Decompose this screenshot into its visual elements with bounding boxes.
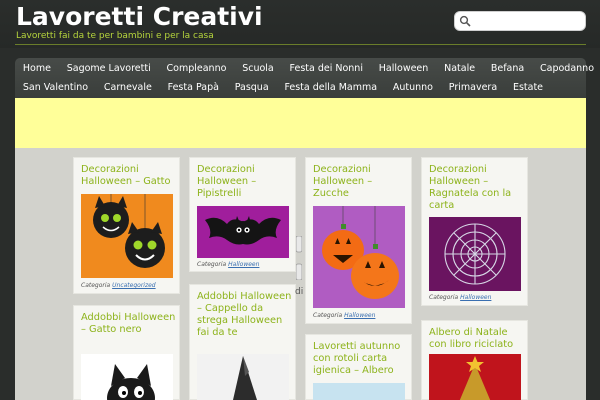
nav-item-home[interactable]: Home: [15, 59, 59, 79]
post-thumbnail[interactable]: [81, 194, 173, 278]
category-link[interactable]: Uncategorized: [112, 282, 155, 289]
post-thumbnail[interactable]: [429, 217, 521, 291]
nav-item-halloween[interactable]: Halloween: [371, 59, 436, 79]
nav-item-pasqua[interactable]: Pasqua: [227, 78, 277, 98]
post-category: Categoria Halloween: [313, 312, 375, 319]
post-card-zucche[interactable]: Decorazioni Halloween – Zucche Categoria…: [305, 157, 412, 324]
search-icon: [459, 15, 471, 27]
post-category: Categoria Halloween: [197, 261, 259, 268]
category-prefix: Categoria: [197, 261, 227, 268]
post-thumbnail[interactable]: [313, 206, 405, 308]
site-tagline: Lavoretti fai da te per bambini e per la…: [16, 31, 214, 41]
post-category: Categoria Uncategorized: [81, 282, 156, 289]
scrollbar-handle[interactable]: [296, 236, 302, 280]
nav-item-capodanno[interactable]: Capodanno: [532, 59, 600, 79]
post-card-gatto-nero[interactable]: Addobbi Halloween – Gatto nero: [73, 305, 180, 400]
main-nav: Home Sagome Lavoretti Compleanno Scuola …: [15, 58, 594, 98]
header-divider: [15, 44, 586, 45]
nav-item-befana[interactable]: Befana: [483, 59, 532, 79]
post-thumbnail[interactable]: [81, 354, 173, 400]
category-prefix: Categoria: [313, 312, 343, 319]
nav-item-estate[interactable]: Estate: [505, 78, 551, 98]
category-link[interactable]: Halloween: [460, 294, 491, 301]
nav-item-primavera[interactable]: Primavera: [441, 78, 505, 98]
post-card-ragnatela[interactable]: Decorazioni Halloween – Ragnatela con la…: [421, 157, 528, 306]
nav-item-carnevale[interactable]: Carnevale: [96, 78, 160, 98]
nav-item-natale[interactable]: Natale: [436, 59, 483, 79]
nav-item-festa-papa[interactable]: Festa Papà: [160, 78, 227, 98]
category-prefix: Categoria: [429, 294, 459, 301]
post-card-cappello-strega[interactable]: Addobbi Halloween – Cappello da strega H…: [189, 284, 296, 400]
search-input[interactable]: [473, 14, 581, 28]
post-category: Categoria Halloween: [429, 294, 491, 301]
nav-row-1: Home Sagome Lavoretti Compleanno Scuola …: [15, 59, 600, 79]
nav-item-compleanno[interactable]: Compleanno: [159, 59, 235, 79]
category-link[interactable]: Halloween: [344, 312, 375, 319]
stray-text: di: [295, 287, 304, 297]
post-title[interactable]: Addobbi Halloween – Cappello da strega H…: [197, 291, 293, 339]
post-title[interactable]: Decorazioni Halloween – Pipistrelli: [197, 164, 293, 200]
nav-item-festa-della-mamma[interactable]: Festa della Mamma: [277, 78, 385, 98]
post-thumbnail[interactable]: [313, 383, 405, 400]
post-card-albero-natale[interactable]: Albero di Natale con libro riciclato: [421, 320, 528, 400]
nav-item-san-valentino[interactable]: San Valentino: [15, 78, 96, 98]
post-title[interactable]: Albero di Natale con libro riciclato: [429, 327, 525, 351]
post-thumbnail[interactable]: [197, 354, 289, 400]
site-title[interactable]: Lavoretti Creativi: [16, 2, 263, 31]
post-title[interactable]: Addobbi Halloween – Gatto nero: [81, 312, 177, 336]
post-thumbnail[interactable]: [197, 206, 289, 258]
nav-item-scuola[interactable]: Scuola: [234, 59, 281, 79]
site-header: Lavoretti Creativi Lavoretti fai da te p…: [0, 0, 600, 48]
post-card-gatto[interactable]: Decorazioni Halloween – Gatto Categoria …: [73, 157, 180, 294]
post-thumbnail[interactable]: [429, 354, 521, 400]
search-box[interactable]: [454, 11, 586, 31]
post-title[interactable]: Lavoretti autunno con rotoli carta igien…: [313, 341, 409, 377]
post-card-albero-autunno[interactable]: Lavoretti autunno con rotoli carta igien…: [305, 334, 412, 400]
post-title[interactable]: Decorazioni Halloween – Gatto: [81, 164, 177, 188]
category-prefix: Categoria: [81, 282, 111, 289]
nav-row-2: San Valentino Carnevale Festa Papà Pasqu…: [15, 78, 551, 98]
nav-item-sagome-lavoretti[interactable]: Sagome Lavoretti: [59, 59, 159, 79]
nav-item-festa-dei-nonni[interactable]: Festa dei Nonni: [282, 59, 371, 79]
post-card-pipistrelli[interactable]: Decorazioni Halloween – Pipistrelli Cate…: [189, 157, 296, 272]
category-link[interactable]: Halloween: [228, 261, 259, 268]
post-title[interactable]: Decorazioni Halloween – Ragnatela con la…: [429, 164, 525, 212]
post-title[interactable]: Decorazioni Halloween – Zucche: [313, 164, 409, 200]
nav-item-autunno[interactable]: Autunno: [385, 78, 441, 98]
ad-banner: [15, 98, 586, 148]
